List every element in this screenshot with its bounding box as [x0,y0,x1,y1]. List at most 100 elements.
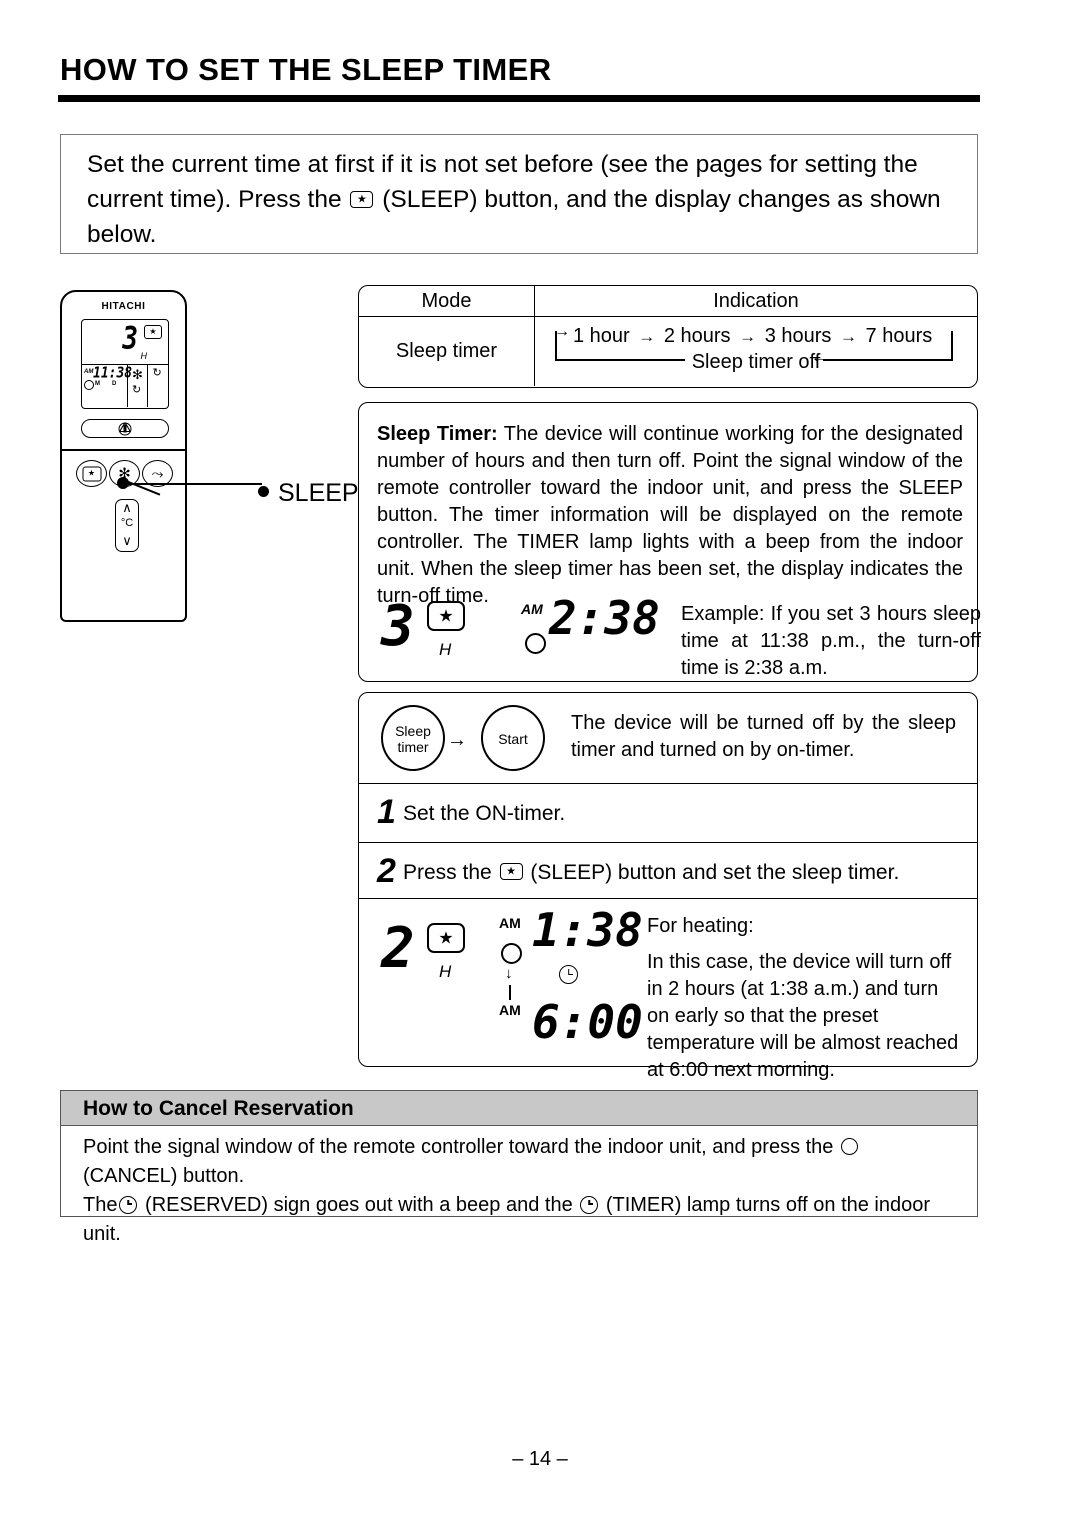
heating-down-arrow-icon: ↓ [505,965,513,982]
step-2-row: 2 Press the (SLEEP) button and set the s… [359,843,977,899]
lcd-current-time: 11:38 [93,364,133,383]
example-am-label: AM [521,601,543,617]
example-sleep-star-icon [427,601,465,631]
heating-example-panel: 2 H AM 1:38 ↓ AM 6:00 For heating: In th… [359,899,977,1081]
lcd-circle-icon [84,380,94,390]
mode-indication-table: Mode Indication Sleep timer → 1 hour → 2… [358,285,978,388]
lcd-hours-value: 3 [122,321,138,357]
heating-clock-icon [559,965,578,984]
heating-vertical-bar-icon [509,985,511,1000]
heating-title: For heating: [647,915,754,937]
callout-dot-at-label [258,486,269,497]
cancel-line1-b: (CANCEL) button. [83,1165,245,1187]
cancel-circle-icon [841,1138,858,1155]
table-header-row: Mode Indication [359,286,977,317]
remote-brand-label: HITACHI [101,301,146,312]
power-button[interactable] [81,419,169,438]
callout-sleep-label: SLEEP [278,479,359,507]
step-1-number: 1 [377,793,396,831]
cancel-line1-a: Point the signal window of the remote co… [83,1136,834,1158]
cell-indication-cycle: → 1 hour → 2 hours → 3 hours → 7 hours S… [535,317,977,386]
column-header-indication: Indication [713,290,799,312]
cancel-line-2: The (RESERVED) sign goes out with a beep… [83,1191,959,1249]
cycle-arrow-1-icon: → [638,327,656,346]
fan-icon: ✻ [131,367,143,382]
temp-unit-label: °C [120,517,134,529]
cycle-arrow-2-icon: → [739,327,757,346]
sleep-timer-description-text: Sleep Timer: The device will continue wo… [377,421,963,610]
heating-am-label-bottom: AM [499,1002,521,1018]
cycle-step-3: 3 hours [764,325,832,347]
lcd-lower-section: AM 11:38 M D ✻ ↻ ↻ [82,365,168,407]
lcd-hours-unit: H [140,351,148,361]
heating-time-bottom: 6:00 [532,995,643,1049]
sleep-start-description: The device will be turned off by the sle… [571,712,956,761]
cancel-reservation-header-label: How to Cancel Reservation [83,1097,354,1120]
remote-sleep-button[interactable] [76,460,107,487]
rotate-icon-2: ↻ [152,367,162,379]
temp-down-chevron-icon[interactable]: ∨ [116,533,138,549]
ellipse-start: Start [481,705,545,771]
cycle-entry-arrow-icon: → [554,323,570,340]
example-note-text: Example: If you set 3 hours sleep time a… [681,603,981,679]
example-hours-value: 3 [381,594,415,659]
column-header-mode: Mode [359,286,535,316]
ellipse-arrow-icon: → [447,729,467,751]
table-row: Sleep timer → 1 hour → 2 hours → 3 hours… [359,317,977,386]
step-1-row: 1 Set the ON-timer. [359,784,977,843]
description-body: The device will continue working for the… [377,423,963,607]
cycle-step-1: 1 hour [573,325,630,347]
cycle-step-2: 2 hours [663,325,731,347]
heating-body-text: In this case, the device will turn off i… [647,951,959,1081]
sleep-button-icon [350,191,374,208]
step-1-text: Set the ON-timer. [403,802,566,825]
cell-mode-sleep-timer: Sleep timer [359,317,535,386]
cycle-sequence: 1 hour → 2 hours → 3 hours → 7 hours [573,325,932,348]
example-circle-icon [525,633,546,654]
lcd-d-label: D [112,381,117,387]
step-2-text: Press the (SLEEP) button and set the sle… [403,861,899,885]
ellipse-sleep-line2: timer [397,739,429,755]
cancel-reservation-header: How to Cancel Reservation [61,1091,977,1126]
description-bold-lead: Sleep Timer: [377,423,498,445]
lcd-time-column: AM 11:38 M D [82,365,132,407]
swing-arrow-icon: ⤳ [151,465,164,482]
sleep-start-row: Sleep timer → Start The device will be t… [359,693,977,784]
example-time-value: 2:38 [549,591,660,645]
steps-box: Sleep timer → Start The device will be t… [358,692,978,1081]
step-2-text-b: (SLEEP) button and set the sleep timer. [530,861,900,884]
intro-box: Set the current time at first if it is n… [60,134,978,254]
title-underline-rule [58,95,980,102]
ellipse-sleep-timer: Sleep timer [381,705,445,771]
lcd-am-label: AM [84,369,94,375]
cancel-reservation-body: Point the signal window of the remote co… [83,1133,959,1249]
lcd-upper-section: 3 H [82,320,168,365]
temperature-rocker[interactable]: ∧ °C ∨ [115,499,139,552]
remote-lcd-screen: 3 H AM 11:38 M D ✻ ↻ ↻ [81,319,169,409]
page-title: HOW TO SET THE SLEEP TIMER [60,52,552,87]
ellipse-sleep-line1: Sleep [395,723,431,739]
remote-divider-line [62,449,185,451]
cycle-arrow-3-icon: → [839,327,857,346]
heating-sleep-star-icon [427,923,465,953]
lcd-m-label: M [95,381,100,387]
rotate-icon: ↻ [131,384,142,396]
heating-hours-unit: H [439,962,452,981]
heating-circle-icon [501,943,522,964]
heating-time-top: 1:38 [532,903,643,957]
remote-controller-illustration: HITACHI 3 H AM 11:38 M D ✻ ↻ ↻ [60,290,187,622]
sleep-button-icon-step2 [499,863,523,880]
cancel-reservation-box: How to Cancel Reservation Point the sign… [60,1090,978,1245]
sleep-star-icon [82,466,101,481]
step-2-number: 2 [377,852,396,890]
example-display-illustration: 3 H AM 2:38 Example: If you set 3 hours … [381,594,981,679]
cancel-line2-b: (RESERVED) sign goes out with a beep and… [145,1194,573,1216]
temp-up-chevron-icon[interactable]: ∧ [116,500,138,516]
lcd-sleep-star-icon [144,325,162,339]
example-hours-unit: H [439,640,452,659]
power-icon [118,422,132,435]
heating-hours-value: 2 [381,916,415,981]
page-number: – 14 – [512,1448,568,1470]
step-2-text-a: Press the [403,861,492,884]
heating-am-label-top: AM [499,915,521,931]
